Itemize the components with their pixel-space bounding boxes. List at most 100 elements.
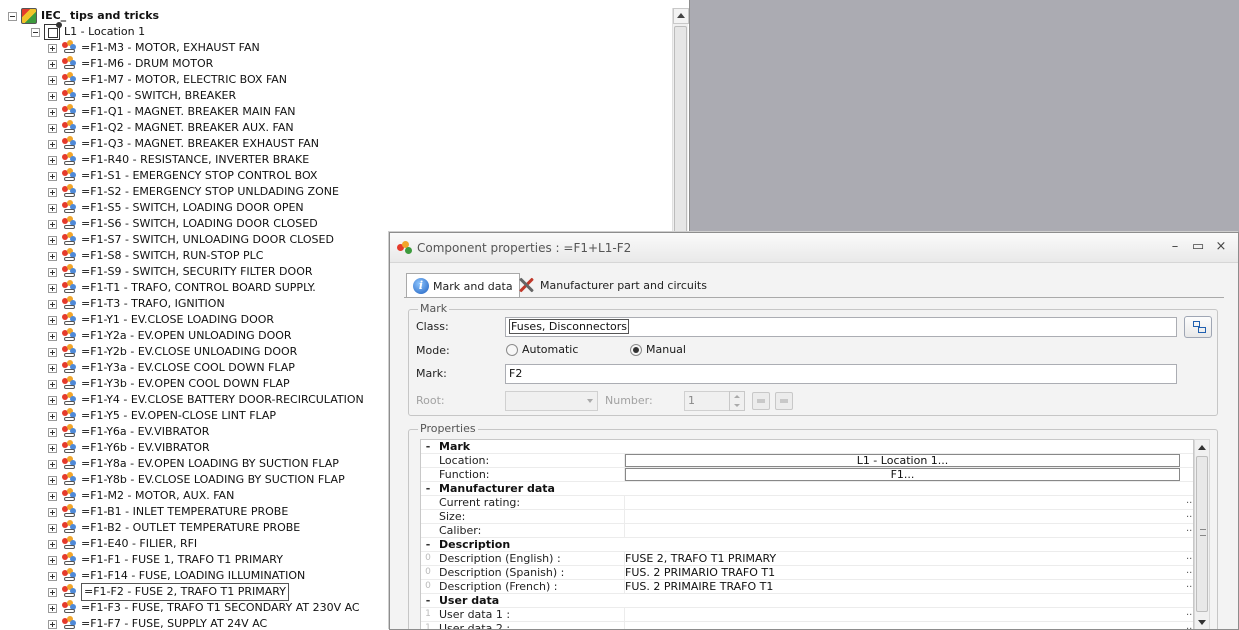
tree-item[interactable]: =F1-B1 - INLET TEMPERATURE PROBE [48, 504, 288, 520]
tree-item-label[interactable]: =F1-Y2a - EV.OPEN UNLOADING DOOR [81, 328, 292, 344]
expand-icon[interactable] [48, 555, 57, 565]
tree-item[interactable]: =F1-Y4 - EV.CLOSE BATTERY DOOR-RECIRCULA… [48, 392, 364, 408]
number-field[interactable]: 1 [684, 391, 730, 411]
tree-item[interactable]: =F1-Y2b - EV.CLOSE UNLOADING DOOR [48, 344, 297, 360]
expand-icon[interactable] [48, 219, 57, 229]
ellipsis-button[interactable]: ... [1186, 578, 1193, 591]
expand-icon[interactable] [48, 107, 57, 117]
tree-item[interactable]: =F1-R40 - RESISTANCE, INVERTER BRAKE [48, 152, 309, 168]
tree-item[interactable]: =F1-S2 - EMERGENCY STOP UNLDADING ZONE [48, 184, 339, 200]
expand-icon[interactable] [48, 315, 57, 325]
property-category-row[interactable]: - Description [421, 538, 1193, 552]
expand-icon[interactable] [48, 395, 57, 405]
expand-icon[interactable] [48, 571, 57, 581]
tree-item[interactable]: =F1-F14 - FUSE, LOADING ILLUMINATION [48, 568, 305, 584]
expand-icon[interactable] [48, 363, 57, 373]
tree-item-label[interactable]: =F1-S7 - SWITCH, UNLOADING DOOR CLOSED [81, 232, 334, 248]
ellipsis-button[interactable]: ... [1186, 606, 1193, 619]
property-value[interactable]: F1... [625, 468, 1180, 481]
property-grid-scrollbar[interactable] [1194, 439, 1210, 629]
tree-item[interactable]: =F1-F2 - FUSE 2, TRAFO T1 PRIMARY [48, 583, 289, 601]
ellipsis-button[interactable]: ... [1186, 508, 1193, 521]
tree-item[interactable]: =F1-Q2 - MAGNET. BREAKER AUX. FAN [48, 120, 294, 136]
expand-icon[interactable] [48, 331, 57, 341]
expand-icon[interactable] [48, 539, 57, 549]
minimize-icon[interactable]: – [1168, 240, 1182, 254]
tree-root-node[interactable]: IEC_ tips and tricks [8, 8, 159, 24]
expand-icon[interactable] [48, 59, 57, 69]
tree-item-label[interactable]: =F1-S5 - SWITCH, LOADING DOOR OPEN [81, 200, 304, 216]
tree-item[interactable]: =F1-S1 - EMERGENCY STOP CONTROL BOX [48, 168, 317, 184]
tree-item-label[interactable]: =F1-Q3 - MAGNET. BREAKER EXHAUST FAN [81, 136, 319, 152]
tree-item[interactable]: =F1-M7 - MOTOR, ELECTRIC BOX FAN [48, 72, 287, 88]
tree-item[interactable]: =F1-Y6b - EV.VIBRATOR [48, 440, 210, 456]
expand-icon[interactable] [48, 619, 57, 629]
tree-item-label[interactable]: =F1-Y6a - EV.VIBRATOR [81, 424, 209, 440]
mark-field[interactable]: F2 [505, 364, 1177, 384]
tree-item-label[interactable]: =F1-Y3b - EV.OPEN COOL DOWN FLAP [81, 376, 290, 392]
ellipsis-button[interactable]: ... [1186, 550, 1193, 563]
tree-item-label[interactable]: =F1-F1 - FUSE 1, TRAFO T1 PRIMARY [81, 552, 283, 568]
class-field[interactable]: Fuses, Disconnectors [505, 317, 1177, 337]
tree-item[interactable]: =F1-Y3a - EV.CLOSE COOL DOWN FLAP [48, 360, 295, 376]
tree-item-label[interactable]: =F1-M7 - MOTOR, ELECTRIC BOX FAN [81, 72, 287, 88]
ellipsis-button[interactable]: ... [1186, 522, 1193, 535]
tree-item-label[interactable]: =F1-F7 - FUSE, SUPPLY AT 24V AC [81, 616, 267, 630]
ellipsis-button[interactable]: ... [1186, 564, 1193, 577]
ellipsis-button[interactable]: ... [1186, 494, 1193, 507]
tree-item-label[interactable]: =F1-S2 - EMERGENCY STOP UNLDADING ZONE [81, 184, 339, 200]
tree-item[interactable]: =F1-S7 - SWITCH, UNLOADING DOOR CLOSED [48, 232, 334, 248]
expand-icon[interactable] [48, 299, 57, 309]
expand-icon[interactable] [48, 459, 57, 469]
property-value[interactable]: L1 - Location 1... [625, 454, 1180, 467]
property-row[interactable]: 0 Description (French) : FUS. 2 PRIMAIRE T… [421, 578, 1193, 594]
tree-item-label[interactable]: =F1-T1 - TRAFO, CONTROL BOARD SUPPLY. [81, 280, 316, 296]
tree-item-label[interactable]: =F1-Y8b - EV.CLOSE LOADING BY SUCTION FL… [81, 472, 345, 488]
property-category-row[interactable]: - User data [421, 594, 1193, 608]
scrollbar-thumb[interactable] [674, 26, 687, 241]
property-row[interactable]: Caliber:... [421, 522, 1193, 538]
tree-item[interactable]: =F1-M6 - DRUM MOTOR [48, 56, 213, 72]
property-row[interactable]: 1 User data 2 :... [421, 621, 1193, 629]
tree-location-label[interactable]: L1 - Location 1 [64, 24, 145, 40]
tree-item-label[interactable]: =F1-S1 - EMERGENCY STOP CONTROL BOX [81, 168, 317, 184]
property-row[interactable]: 0 Description (Spanish) : FUS. 2 PRIMARIO … [421, 564, 1193, 580]
tree-item-label[interactable]: =F1-S9 - SWITCH, SECURITY FILTER DOOR [81, 264, 313, 280]
tree-item[interactable]: =F1-Q3 - MAGNET. BREAKER EXHAUST FAN [48, 136, 319, 152]
expand-icon[interactable] [48, 347, 57, 357]
expand-icon[interactable] [48, 603, 57, 613]
expand-icon[interactable] [48, 203, 57, 213]
expand-icon[interactable] [48, 155, 57, 165]
property-value[interactable] [625, 496, 1180, 509]
property-value[interactable]: FUS. 2 PRIMAIRE TRAFO T1 [625, 580, 1180, 593]
property-value[interactable] [625, 608, 1180, 621]
tree-item[interactable]: =F1-M2 - MOTOR, AUX. FAN [48, 488, 234, 504]
expand-icon[interactable] [48, 379, 57, 389]
collapse-icon[interactable]: - [421, 482, 435, 496]
tree-item-label[interactable]: =F1-Q0 - SWITCH, BREAKER [81, 88, 236, 104]
tree-item-label[interactable]: =F1-Y1 - EV.CLOSE LOADING DOOR [81, 312, 274, 328]
root-next-button[interactable] [775, 392, 793, 410]
property-value[interactable]: FUSE 2, TRAFO T1 PRIMARY [625, 552, 1180, 565]
scrollbar-thumb[interactable] [1196, 456, 1208, 612]
tree-item[interactable]: =F1-Q1 - MAGNET. BREAKER MAIN FAN [48, 104, 296, 120]
tree-item-label[interactable]: =F1-Y2b - EV.CLOSE UNLOADING DOOR [81, 344, 297, 360]
expand-icon[interactable] [48, 587, 57, 597]
tree-item-label[interactable]: =F1-T3 - TRAFO, IGNITION [81, 296, 225, 312]
expand-icon[interactable] [48, 235, 57, 245]
tree-item-label[interactable]: =F1-R40 - RESISTANCE, INVERTER BRAKE [81, 152, 309, 168]
tree-item-label[interactable]: =F1-F2 - FUSE 2, TRAFO T1 PRIMARY [81, 583, 289, 601]
tree-item-label[interactable]: =F1-M2 - MOTOR, AUX. FAN [81, 488, 234, 504]
tree-item-label[interactable]: =F1-B2 - OUTLET TEMPERATURE PROBE [81, 520, 300, 536]
maximize-icon[interactable]: ▭ [1191, 240, 1205, 254]
expand-icon[interactable] [48, 411, 57, 421]
property-value[interactable] [625, 510, 1180, 523]
expand-icon[interactable] [48, 427, 57, 437]
property-row[interactable]: Current rating:... [421, 494, 1193, 510]
tree-item[interactable]: =F1-T3 - TRAFO, IGNITION [48, 296, 225, 312]
tree-item-label[interactable]: =F1-Y4 - EV.CLOSE BATTERY DOOR-RECIRCULA… [81, 392, 364, 408]
tree-item-label[interactable]: =F1-S8 - SWITCH, RUN-STOP PLC [81, 248, 263, 264]
tree-item[interactable]: =F1-S8 - SWITCH, RUN-STOP PLC [48, 248, 263, 264]
class-tree-button[interactable] [1184, 316, 1212, 338]
tree-item[interactable]: =F1-Y5 - EV.OPEN-CLOSE LINT FLAP [48, 408, 276, 424]
